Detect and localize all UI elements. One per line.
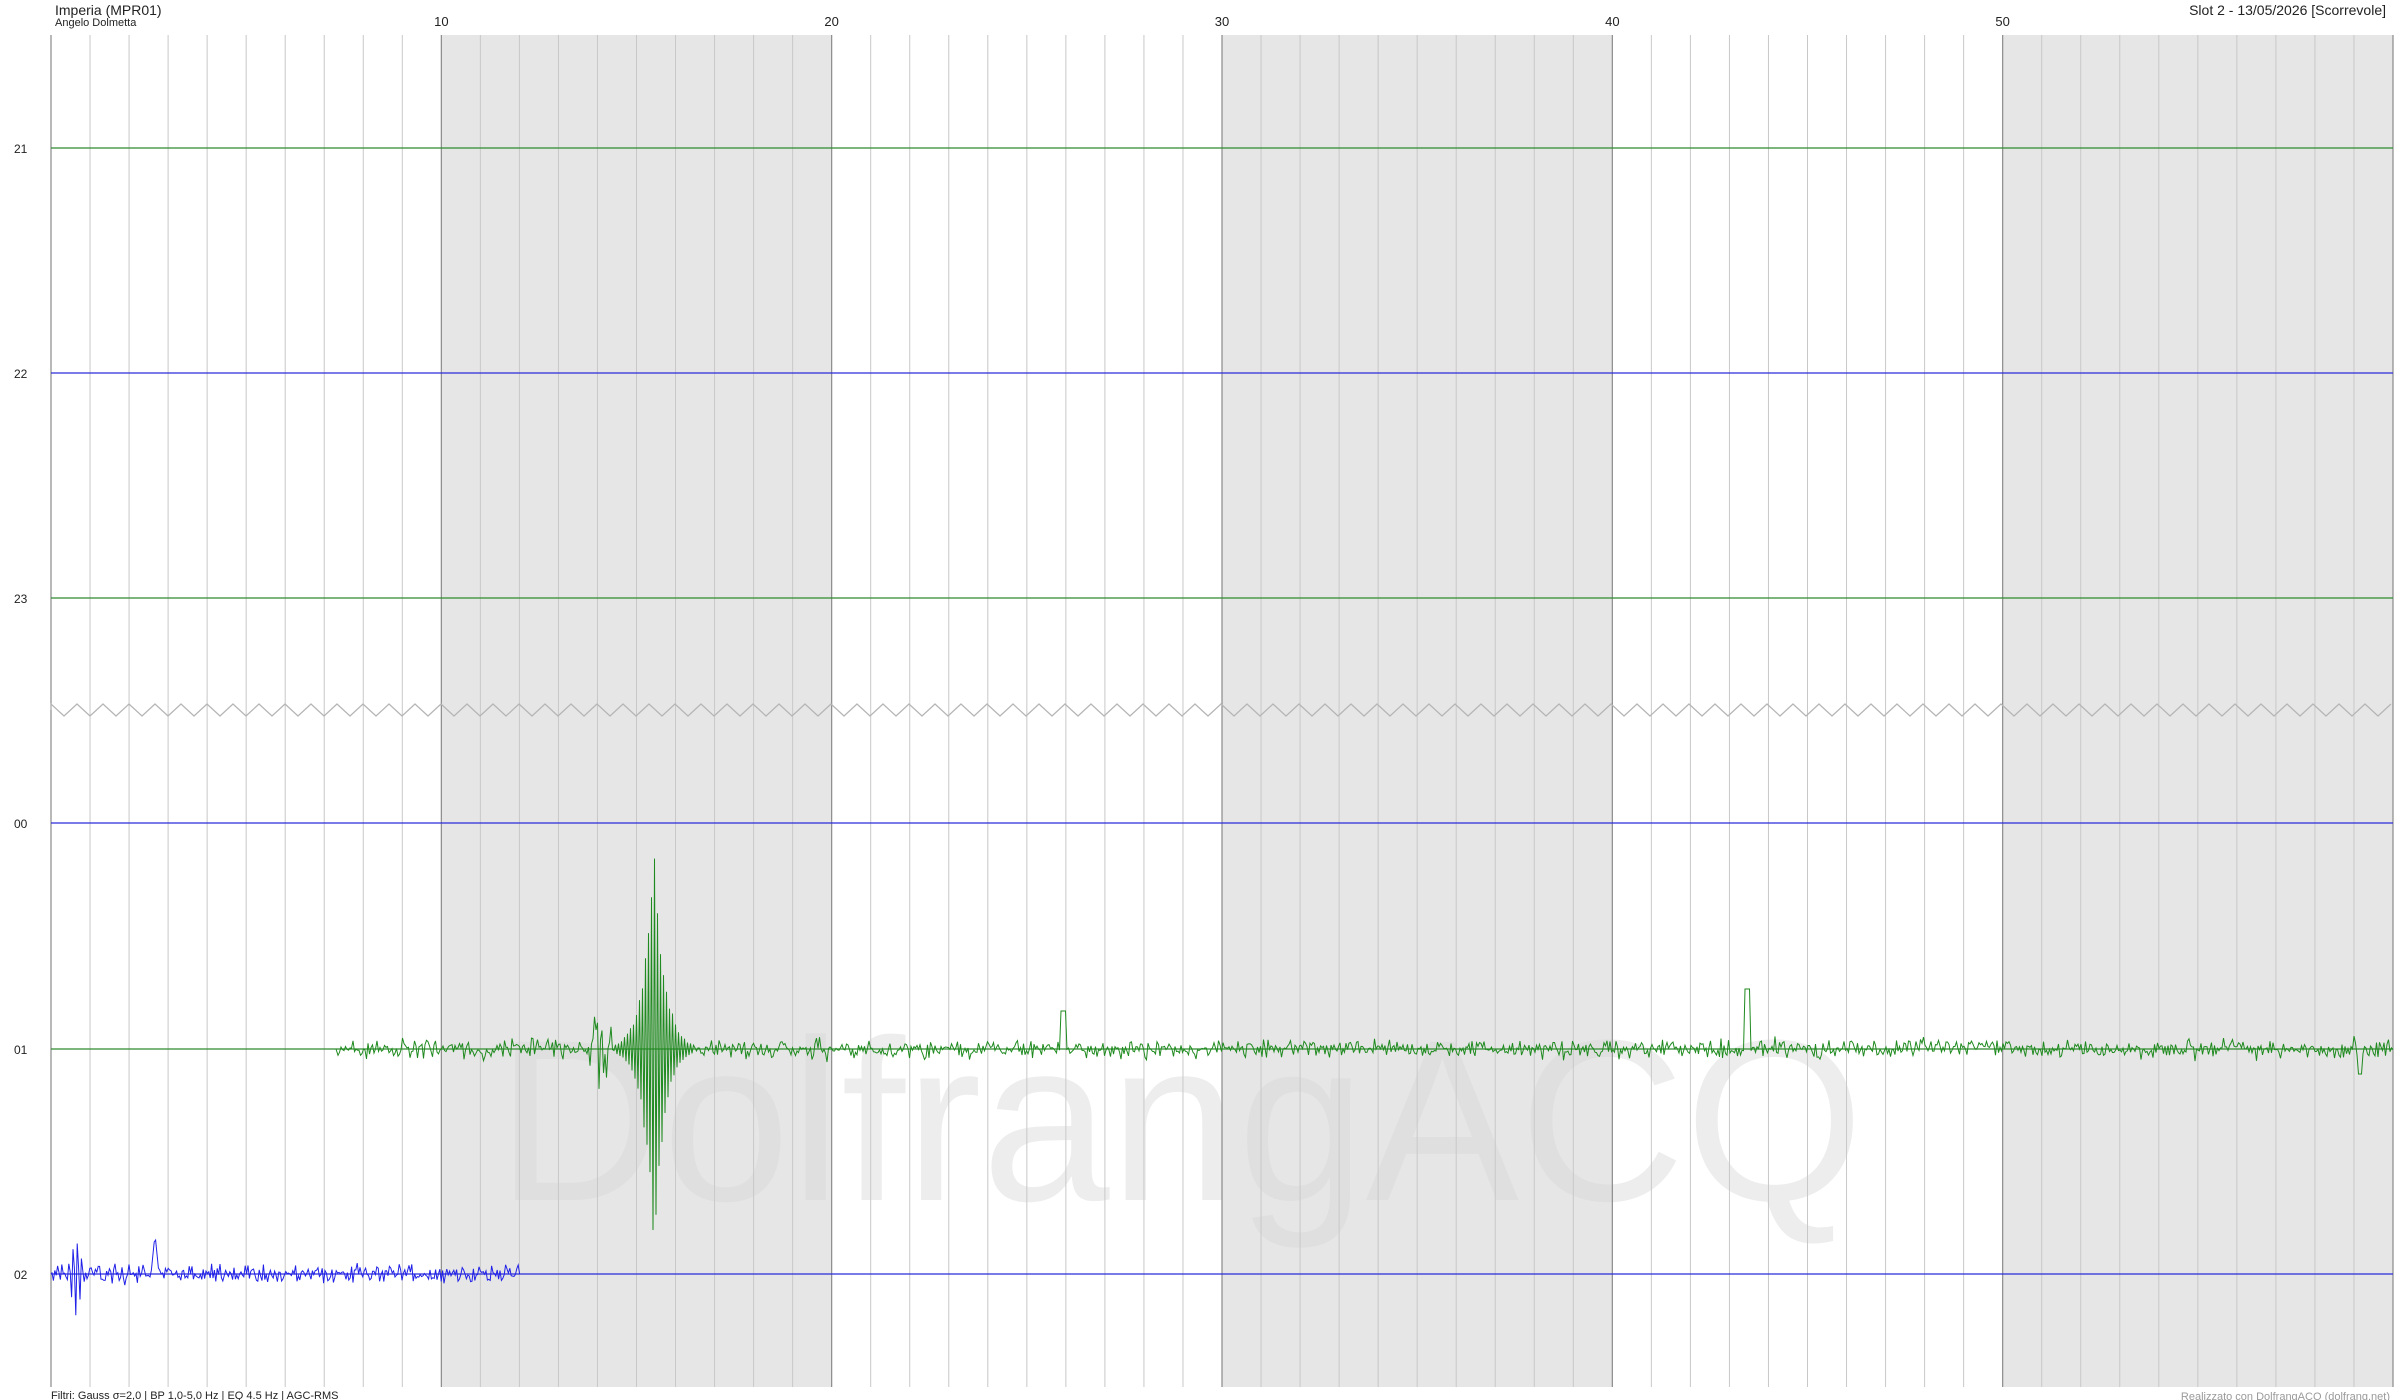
helicorder-plot: DolfrangACQ 10 20 30 40 50 21 22 23 00 01 02 — [14, 14, 2394, 1387]
x-tick-label: 10 — [434, 14, 448, 29]
filter-info: Filtri: Gauss σ=2,0 | BP 1,0-5,0 Hz | EQ… — [51, 1390, 339, 1400]
credit-text: Realizzato con DolfrangACQ (dolfrang.net… — [2180, 1391, 2390, 1400]
row-label: 00 — [14, 817, 28, 831]
x-tick-label: 30 — [1215, 14, 1229, 29]
watermark: DolfrangACQ — [496, 992, 1864, 1249]
row-label: 23 — [14, 592, 28, 606]
row-label: 02 — [14, 1268, 28, 1282]
seismograph-viewer: Imperia (MPR01) Angelo Dolmetta Slot 2 -… — [0, 0, 2400, 1400]
row-label: 22 — [14, 367, 28, 381]
x-tick-label: 50 — [1995, 14, 2009, 29]
row-label: 21 — [14, 142, 28, 156]
row-label: 01 — [14, 1043, 28, 1057]
x-tick-label: 40 — [1605, 14, 1619, 29]
x-tick-label: 20 — [824, 14, 838, 29]
